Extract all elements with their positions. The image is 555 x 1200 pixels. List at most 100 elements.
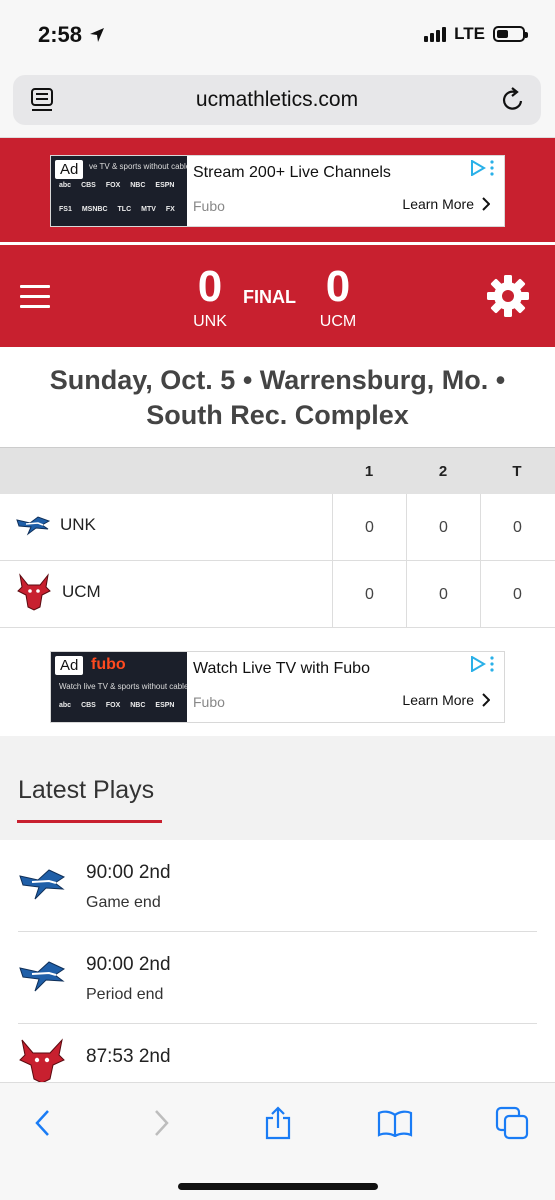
team-name: UNK xyxy=(60,515,96,534)
game-info: Sunday, Oct. 5 • Warrensburg, Mo. • Sout… xyxy=(0,347,555,447)
play-time: 87:53 2nd xyxy=(86,1046,171,1067)
column-header: T xyxy=(512,463,522,480)
network-logo: FX xyxy=(165,206,175,213)
home-score-block: 0 UNK xyxy=(180,263,240,331)
away-score-block: 0 UCM xyxy=(308,263,368,331)
unk-logo xyxy=(16,516,50,536)
unk-logo xyxy=(19,961,66,992)
away-team-abbr: UCM xyxy=(319,313,357,330)
tabs-button[interactable] xyxy=(492,1103,532,1143)
active-tab-underline xyxy=(17,820,162,823)
ad-banner-bottom: Ad fubo Watch live TV & sports without c… xyxy=(0,628,555,736)
ad-choices[interactable] xyxy=(470,160,494,176)
network-logo: FOX xyxy=(105,702,121,709)
team-name: UCM xyxy=(62,582,101,601)
ad-cta-label: Learn More xyxy=(402,196,474,212)
column-header: 2 xyxy=(438,463,448,480)
list-item[interactable]: 90:00 2nd Period end xyxy=(0,932,555,1024)
ad-thumbnail[interactable]: Ad fubo Watch live TV & sports without c… xyxy=(51,652,187,722)
back-button[interactable] xyxy=(22,1103,62,1143)
url-text[interactable]: ucmathletics.com xyxy=(13,88,541,112)
ad-learn-more-button[interactable]: Learn More xyxy=(402,196,490,212)
fubo-logo: fubo xyxy=(91,656,126,673)
latest-plays-section: Latest Plays 90:00 2nd Game end 90:00 2n… xyxy=(0,736,555,1082)
address-bar[interactable]: ucmathletics.com xyxy=(13,75,541,125)
bookmarks-button[interactable] xyxy=(375,1103,415,1143)
team-cell: UCM xyxy=(16,573,101,611)
plays-list: 90:00 2nd Game end 90:00 2nd Period end … xyxy=(0,840,555,1082)
network-logo: ESPN xyxy=(155,182,175,189)
score-header: 0 UNK FINAL 0 UCM xyxy=(0,245,555,347)
away-score: 0 xyxy=(325,262,351,311)
ad-choices-icon[interactable] xyxy=(470,160,486,176)
home-indicator xyxy=(178,1183,378,1190)
ad-headline[interactable]: Watch Live TV with Fubo xyxy=(193,660,370,678)
browser-toolbar xyxy=(0,1082,555,1200)
ad-learn-more-button[interactable]: Learn More xyxy=(402,692,490,708)
forward-button[interactable] xyxy=(142,1103,182,1143)
ad-thumbnail[interactable]: Ad ve TV & sports without cable abc CBS … xyxy=(51,156,187,226)
home-team-abbr: UNK xyxy=(193,313,227,330)
unk-logo xyxy=(19,869,66,900)
chevron-left-icon xyxy=(35,1110,49,1136)
status-indicators: LTE xyxy=(424,24,528,44)
chevron-right-icon xyxy=(155,1110,169,1136)
gear-icon[interactable] xyxy=(486,274,530,318)
network-logo: FOX xyxy=(105,182,121,189)
network-logo: ESPN xyxy=(155,702,175,709)
list-item[interactable]: 90:00 2nd Game end xyxy=(0,840,555,932)
play-description: Period end xyxy=(86,986,164,1003)
network-logo: FS1 xyxy=(59,206,72,213)
network-logo: MSNBC xyxy=(81,206,108,213)
chevron-right-icon xyxy=(482,197,490,211)
ad-headline[interactable]: Stream 200+ Live Channels xyxy=(193,164,391,182)
browser-address-area: ucmathletics.com xyxy=(0,70,555,138)
network-logo: CBS xyxy=(81,182,96,189)
score-cell: 0 xyxy=(332,494,406,561)
game-date-location: Sunday, Oct. 5 • Warrensburg, Mo. • xyxy=(49,365,506,395)
battery-icon xyxy=(493,26,528,42)
hamburger-menu-icon[interactable] xyxy=(20,285,50,309)
network-logo: abc xyxy=(59,702,72,709)
ad-choices[interactable] xyxy=(470,656,494,672)
ad-network-logos: abc CBS FOX NBC ESPN xyxy=(59,702,174,709)
network-logo: MTV xyxy=(141,206,156,213)
section-title[interactable]: Latest Plays xyxy=(18,776,154,805)
chevron-right-icon xyxy=(482,693,490,707)
share-icon xyxy=(265,1106,291,1140)
score-cell: 0 xyxy=(332,561,406,628)
reload-icon[interactable] xyxy=(501,87,525,113)
play-time: 90:00 2nd xyxy=(86,954,171,975)
home-score: 0 xyxy=(197,262,223,311)
team-cell: UNK xyxy=(16,514,96,536)
more-options-icon[interactable] xyxy=(490,656,494,672)
table-row: UCM 0 0 0 xyxy=(0,561,555,628)
tabs-icon xyxy=(495,1106,529,1140)
score-cell: 0 xyxy=(480,494,554,561)
network-logo: NBC xyxy=(130,182,146,189)
ad-network-logos: FS1 MSNBC TLC MTV FX xyxy=(59,206,175,213)
network-logo: abc xyxy=(59,182,72,189)
ad-badge: Ad xyxy=(55,656,84,675)
ad-network-logos: abc CBS FOX NBC ESPN xyxy=(59,182,174,189)
book-icon xyxy=(377,1110,413,1137)
game-status: FINAL xyxy=(243,287,296,307)
ad-brand: Fubo xyxy=(193,694,225,710)
share-button[interactable] xyxy=(258,1103,298,1143)
cellular-signal-icon xyxy=(424,26,447,42)
network-logo: TLC xyxy=(117,206,132,213)
network-type: LTE xyxy=(454,24,485,43)
ad-badge: Ad xyxy=(55,160,84,179)
more-options-icon[interactable] xyxy=(490,160,494,176)
list-item[interactable]: 87:53 2nd xyxy=(0,1024,555,1082)
play-time: 90:00 2nd xyxy=(86,862,171,883)
linescore-header: 1 2 T xyxy=(0,447,555,494)
play-description: Game end xyxy=(86,894,161,911)
game-venue: South Rec. Complex xyxy=(146,400,409,430)
location-arrow-icon xyxy=(90,28,105,42)
ad-unit[interactable]: Ad ve TV & sports without cable abc CBS … xyxy=(50,155,505,227)
ad-unit[interactable]: Ad fubo Watch live TV & sports without c… xyxy=(50,651,505,723)
ad-thumb-text: ve TV & sports without cable xyxy=(89,162,187,171)
ad-choices-icon[interactable] xyxy=(470,656,486,672)
column-header: 1 xyxy=(364,463,374,480)
